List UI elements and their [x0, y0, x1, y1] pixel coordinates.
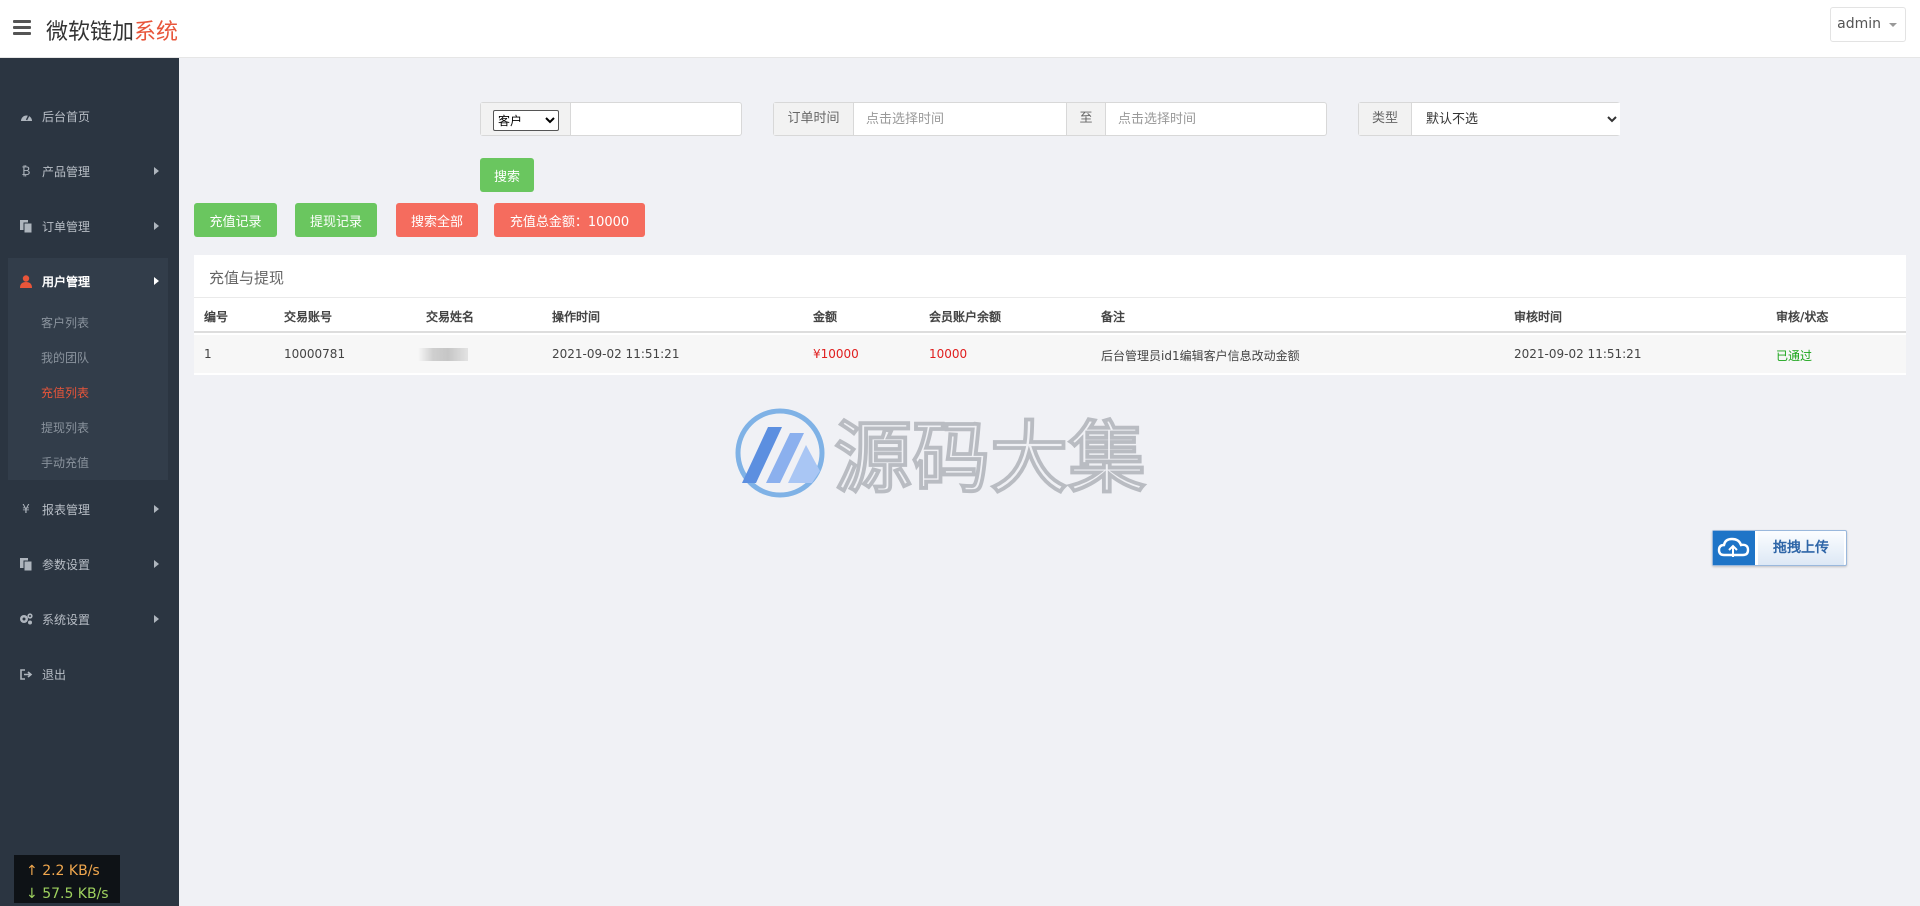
sidebar-item-label: 系统设置	[42, 613, 91, 627]
column-header: 交易姓名	[426, 310, 475, 324]
customer-select-addon: 客户	[481, 103, 571, 135]
drag-upload-widget[interactable]: 拖拽上传	[1712, 530, 1847, 566]
time-start-input[interactable]	[854, 103, 1066, 135]
sidebar-item-orders[interactable]: 订单管理	[0, 206, 179, 246]
sidebar-item-label: 用户管理	[42, 275, 91, 289]
recharge-records-button[interactable]: 充值记录	[194, 203, 277, 237]
upload-label: 拖拽上传	[1758, 531, 1844, 565]
column-header: 金额	[813, 310, 838, 324]
submenu-customer-list[interactable]: 客户列表	[41, 314, 89, 331]
column-header: 操作时间	[552, 310, 601, 324]
order-time-label: 订单时间	[774, 103, 854, 135]
type-filter: 类型 默认不选	[1358, 102, 1620, 136]
sidebar-item-reports[interactable]: ¥ 报表管理	[0, 489, 179, 529]
watermark-text: 源码大集	[834, 414, 1146, 504]
customer-filter: 客户	[480, 102, 742, 136]
table-row[interactable]: 1 10000781 2021-09-02 11:51:21 ¥10000 10…	[194, 335, 1906, 373]
sidebar-item-label: 后台首页	[42, 110, 91, 124]
search-button[interactable]: 搜索	[480, 158, 534, 192]
app-title-accent: 系统	[134, 20, 179, 45]
column-header: 审核/状态	[1776, 310, 1829, 324]
app-title-main: 微软链加	[46, 20, 135, 45]
sidebar-item-label: 订单管理	[42, 220, 91, 234]
yen-icon: ¥	[22, 502, 30, 516]
caret-right-icon	[154, 505, 159, 513]
submenu-manual-recharge[interactable]: 手动充值	[41, 454, 89, 471]
download-speed: ↓ 57.5 KB/s	[26, 886, 109, 902]
time-end-input[interactable]	[1106, 103, 1324, 135]
user-management-group: 用户管理 客户列表 我的团队 充值列表 提现列表 手动充值	[8, 258, 168, 480]
type-label: 类型	[1359, 103, 1412, 135]
arrow-up-icon: ↑	[26, 863, 38, 879]
cell-name-redacted	[418, 348, 468, 361]
cell-review-time: 2021-09-02 11:51:21	[1514, 347, 1642, 361]
cell-op-time: 2021-09-02 11:51:21	[552, 347, 680, 361]
column-header: 交易账号	[284, 310, 333, 324]
sidebar-item-products[interactable]: ₿ 产品管理	[0, 151, 179, 191]
upload-speed: ↑ 2.2 KB/s	[26, 863, 100, 879]
type-select[interactable]: 默认不选	[1412, 103, 1620, 135]
sidebar-item-label: 产品管理	[42, 165, 91, 179]
sidebar-item-label: 退出	[42, 668, 67, 682]
caret-right-icon	[154, 167, 159, 175]
cell-id: 1	[204, 347, 212, 361]
sidebar: 后台首页 ₿ 产品管理 订单管理 用户管理 客户列表 我的团队 充值列表 提现列…	[0, 58, 179, 906]
customer-input[interactable]	[571, 103, 741, 135]
sidebar-item-parameters[interactable]: 参数设置	[0, 544, 179, 584]
files-icon	[19, 557, 33, 571]
caret-right-icon	[154, 615, 159, 623]
cell-account: 10000781	[284, 347, 346, 361]
user-menu-label: admin	[1837, 16, 1881, 32]
copy-icon	[19, 219, 33, 233]
table-header: 编号 交易账号 交易姓名 操作时间 金额 会员账户余额 备注 审核时间 审核/状…	[194, 297, 1906, 333]
arrow-down-icon: ↓	[26, 886, 38, 902]
recharge-withdraw-panel: 充值与提现 编号 交易账号 交易姓名 操作时间 金额 会员账户余额 备注 审核时…	[194, 255, 1906, 375]
dashboard-icon	[19, 109, 33, 123]
bitcoin-icon: ₿	[21, 164, 31, 178]
cell-remark: 后台管理员id1编辑客户信息改动金额	[1101, 349, 1300, 363]
recharge-total-button[interactable]: 充值总金额：10000	[494, 203, 645, 237]
submenu-withdraw-list[interactable]: 提现列表	[41, 419, 89, 436]
caret-right-icon	[154, 277, 159, 285]
cloud-upload-icon	[1713, 531, 1755, 565]
sign-out-icon	[19, 667, 33, 681]
search-all-button[interactable]: 搜索全部	[396, 203, 478, 237]
caret-right-icon	[154, 560, 159, 568]
watermark: 源码大集	[730, 405, 1190, 505]
panel-title: 充值与提现	[209, 269, 285, 287]
top-header: 微软链加系统 admin	[0, 0, 1920, 58]
sidebar-item-label: 报表管理	[42, 503, 91, 517]
sidebar-item-users[interactable]: 用户管理	[0, 261, 179, 301]
gears-icon	[19, 612, 33, 626]
sidebar-item-label: 参数设置	[42, 558, 91, 572]
user-menu-button[interactable]: admin	[1830, 7, 1906, 42]
app-title: 微软链加系统	[46, 14, 178, 46]
to-label: 至	[1066, 103, 1106, 135]
withdraw-records-button[interactable]: 提现记录	[295, 203, 377, 237]
column-header: 备注	[1101, 310, 1126, 324]
cell-amount: ¥10000	[813, 347, 859, 361]
cell-balance: 10000	[929, 347, 968, 361]
customer-type-select[interactable]: 客户	[493, 110, 559, 131]
network-speed-widget: ↑ 2.2 KB/s ↓ 57.5 KB/s	[14, 855, 120, 903]
sidebar-item-logout[interactable]: 退出	[0, 654, 179, 694]
user-icon	[19, 274, 33, 288]
column-header: 编号	[204, 310, 229, 324]
submenu-my-team[interactable]: 我的团队	[41, 349, 89, 366]
menu-toggle-icon[interactable]	[13, 20, 31, 35]
submenu-recharge-list[interactable]: 充值列表	[41, 384, 89, 401]
column-header: 会员账户余额	[929, 310, 1002, 324]
caret-right-icon	[154, 222, 159, 230]
sidebar-item-system[interactable]: 系统设置	[0, 599, 179, 639]
cell-status: 已通过	[1776, 349, 1813, 363]
caret-down-icon	[1889, 23, 1897, 27]
sidebar-item-dashboard[interactable]: 后台首页	[0, 96, 179, 136]
column-header: 审核时间	[1514, 310, 1563, 324]
order-time-filter: 订单时间 至	[773, 102, 1327, 136]
